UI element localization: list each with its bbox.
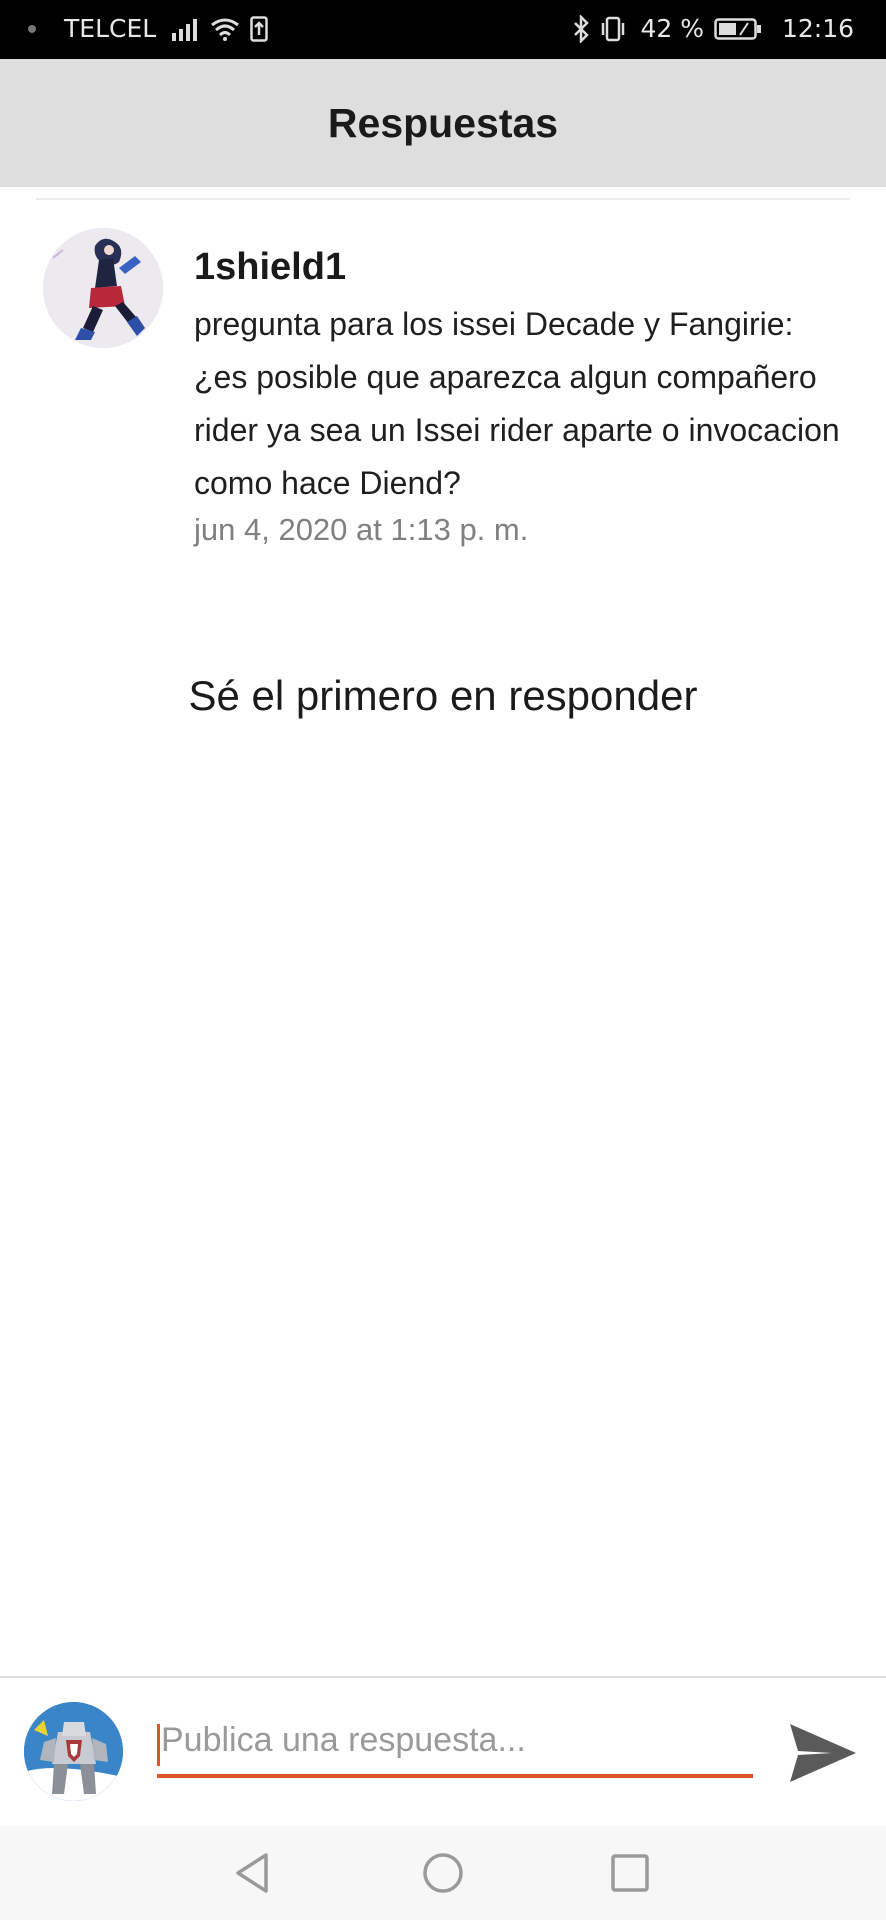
battery-icon [714,17,762,41]
home-button[interactable] [413,1848,473,1898]
question-text: pregunta para los issei Decade y Fangiri… [194,306,840,501]
vibrate-icon [600,16,626,42]
bluetooth-icon [572,14,590,43]
user-avatar[interactable] [43,228,163,348]
question-date: jun 4, 2020 at 1:13 p. m. [194,512,529,547]
text-cursor [157,1724,160,1766]
empty-replies-message: Sé el primero en responder [188,672,698,719]
battery-percent: 42 % [640,14,704,43]
page-title: Respuestas [327,99,559,146]
my-avatar [24,1702,123,1801]
notification-dot-icon [28,24,36,33]
divider [36,198,850,200]
system-nav-bar [0,1826,886,1920]
reply-composer [0,1676,886,1826]
send-icon [790,1724,856,1782]
app-header: Respuestas [0,59,886,187]
question-username[interactable]: 1shield1 [194,242,844,292]
clock: 12:16 [781,14,854,43]
back-button[interactable] [222,1848,282,1898]
upload-icon [250,15,268,42]
recents-button[interactable] [600,1848,660,1898]
send-button[interactable] [786,1718,860,1788]
recents-icon [611,1854,649,1892]
status-bar: TELCEL 42 % 12:16 [0,0,886,59]
back-icon [236,1853,268,1893]
reply-input[interactable] [157,1706,753,1778]
home-icon [423,1853,463,1893]
carrier-name: TELCEL [64,14,157,43]
wifi-icon [210,17,240,41]
signal-icon [172,17,200,41]
